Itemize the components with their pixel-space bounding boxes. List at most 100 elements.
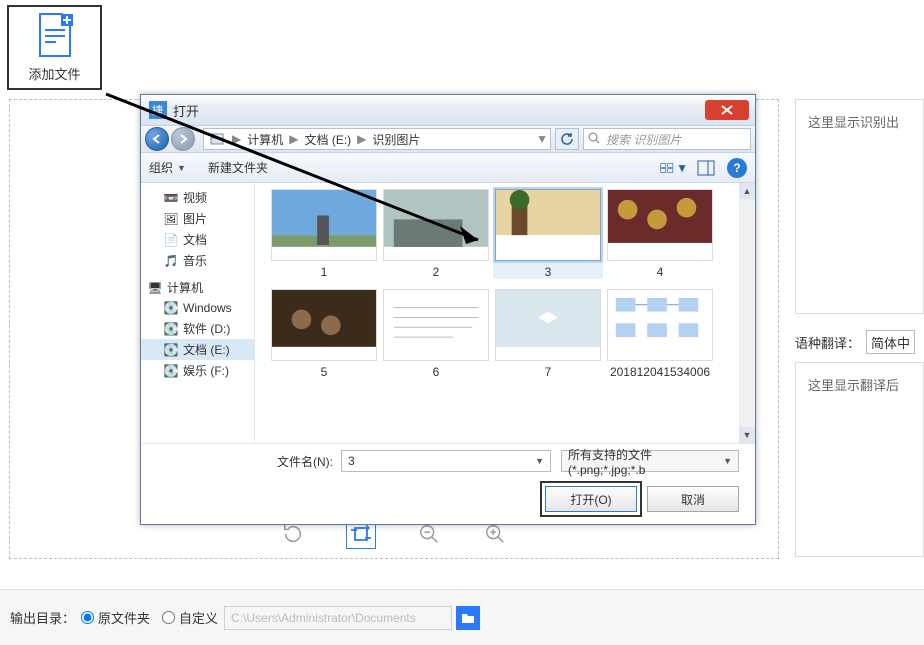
forward-button[interactable] [171,127,195,151]
ocr-placeholder-text: 这里显示识别出 [808,115,899,130]
file-item[interactable]: 201812041534006 [605,289,715,379]
dialog-title: 打开 [173,101,705,120]
app-icon: 捷 [149,101,167,119]
output-bar: 输出目录： 原文件夹 自定义 C:\Users\Administrator\Do… [0,589,924,645]
translate-row: 语种翻译： 简体中 [795,328,924,356]
scrollbar[interactable]: ▲ ▼ [739,183,755,443]
sidebar: 📼视频 🖼图片 📄文档 🎵音乐 🖥计算机 💽Windows 💽软件 (D:) 💽… [141,183,255,443]
view-mode-button[interactable]: ▼ [659,158,689,178]
thumbnail-icon [383,289,489,361]
refresh-icon [560,132,574,146]
scroll-up-icon[interactable]: ▲ [739,183,755,199]
document-icon: 📄 [163,232,179,248]
nav-row: ▶ 计算机 ▶ 文档 (E:) ▶ 识别图片 ▼ 搜索 识别图片 [141,125,755,153]
document-add-icon [36,12,74,58]
preview-pane-button[interactable] [691,158,721,178]
thumbnail-icon [495,289,601,361]
ocr-result-panel: 这里显示识别出 [795,99,924,314]
file-item[interactable]: 2 [381,189,491,279]
chevron-right-icon: ▶ [355,132,368,146]
music-icon: 🎵 [163,253,179,269]
chevron-down-icon: ▼ [723,456,732,466]
filetype-select[interactable]: 所有支持的文件(*.png;*.jpg;*.b▼ [561,450,739,472]
open-button[interactable]: 打开(O) [545,486,637,512]
output-custom-radio[interactable]: 自定义 [156,608,218,627]
arrow-right-icon [177,133,189,145]
search-input[interactable]: 搜索 识别图片 [583,128,751,150]
scroll-down-icon[interactable]: ▼ [739,427,755,443]
new-folder-button[interactable]: 新建文件夹 [208,159,268,176]
crumb-item[interactable]: 文档 (E:) [300,131,355,148]
sidebar-item-music[interactable]: 🎵音乐 [141,250,254,271]
crumb-item[interactable]: 计算机 [243,131,287,148]
filename-label: 文件名(N): [277,453,333,470]
add-file-label: 添加文件 [28,64,80,83]
sidebar-item-drive[interactable]: 💽Windows [141,298,254,318]
file-item[interactable]: 6 [381,289,491,379]
search-icon [588,132,602,146]
thumbnails-icon [660,160,674,176]
organize-menu[interactable]: 组织▼ [149,159,186,176]
drive-icon: 💽 [163,342,179,358]
chevron-down-icon: ▼ [676,161,688,175]
output-original-radio[interactable]: 原文件夹 [75,608,150,627]
output-path-input[interactable]: C:\Users\Administrator\Documents [224,606,452,630]
translate-lang-select[interactable]: 简体中 [866,330,915,354]
cancel-button[interactable]: 取消 [647,486,739,512]
sidebar-item-documents[interactable]: 📄文档 [141,229,254,250]
drive-icon: 💽 [163,363,179,379]
video-icon: 📼 [163,190,179,206]
thumbnail-icon [607,189,713,261]
sidebar-item-drive[interactable]: 💽娱乐 (F:) [141,360,254,381]
folder-icon [461,612,475,624]
chevron-right-icon: ▶ [230,132,243,146]
sidebar-item-video[interactable]: 📼视频 [141,187,254,208]
sidebar-item-pictures[interactable]: 🖼图片 [141,208,254,229]
search-placeholder: 搜索 识别图片 [606,131,681,148]
sidebar-item-computer[interactable]: 🖥计算机 [141,277,254,298]
dialog-titlebar[interactable]: 捷 打开 [141,95,755,125]
computer-icon: 🖥 [147,280,163,296]
arrow-left-icon [151,133,163,145]
dialog-toolbar: 组织▼ 新建文件夹 ▼ ? [141,153,755,183]
thumbnail-icon [495,189,601,261]
thumbnail-icon [607,289,713,361]
thumbnail-icon [271,289,377,361]
breadcrumb[interactable]: ▶ 计算机 ▶ 文档 (E:) ▶ 识别图片 ▼ [203,128,551,150]
drive-icon: 💽 [163,321,179,337]
close-button[interactable] [705,100,749,120]
thumbnail-icon [383,189,489,261]
translate-placeholder-text: 这里显示翻译后 [808,378,899,393]
svg-text:捷: 捷 [152,103,163,117]
chevron-down-icon[interactable]: ▼ [535,456,544,466]
help-button[interactable]: ? [727,158,747,178]
back-button[interactable] [145,127,169,151]
help-icon: ? [733,161,740,175]
crumb-item[interactable]: 识别图片 [368,131,424,148]
add-file-button[interactable]: 添加文件 [7,5,102,90]
drive-icon: 💽 [163,300,179,316]
file-item[interactable]: 7 [493,289,603,379]
picture-icon: 🖼 [163,211,179,227]
file-item[interactable]: 5 [269,289,379,379]
translate-label: 语种翻译： [795,333,860,352]
filename-input[interactable]: 3▼ [341,450,551,472]
preview-pane-icon [697,160,715,176]
translate-result-panel: 这里显示翻译后 [795,362,924,557]
sidebar-item-drive[interactable]: 💽文档 (E:) [141,339,254,360]
chevron-right-icon: ▶ [287,132,300,146]
chevron-down-icon[interactable]: ▼ [534,132,550,146]
browse-folder-button[interactable] [456,606,480,630]
chevron-down-icon: ▼ [177,163,186,173]
file-item[interactable]: 4 [605,189,715,279]
sidebar-item-drive[interactable]: 💽软件 (D:) [141,318,254,339]
file-grid: 1 2 3 4 5 6 7 201812041534006 [255,183,739,443]
file-item[interactable]: 3 [493,189,603,279]
thumbnail-icon [271,189,377,261]
file-item[interactable]: 1 [269,189,379,279]
file-open-dialog: 捷 打开 ▶ 计算机 ▶ 文档 (E:) ▶ 识别图片 ▼ 搜索 识别图片 组织… [140,94,756,525]
refresh-button[interactable] [555,128,579,150]
close-icon [721,105,733,115]
drive-icon [208,130,226,148]
output-label: 输出目录： [10,608,75,627]
